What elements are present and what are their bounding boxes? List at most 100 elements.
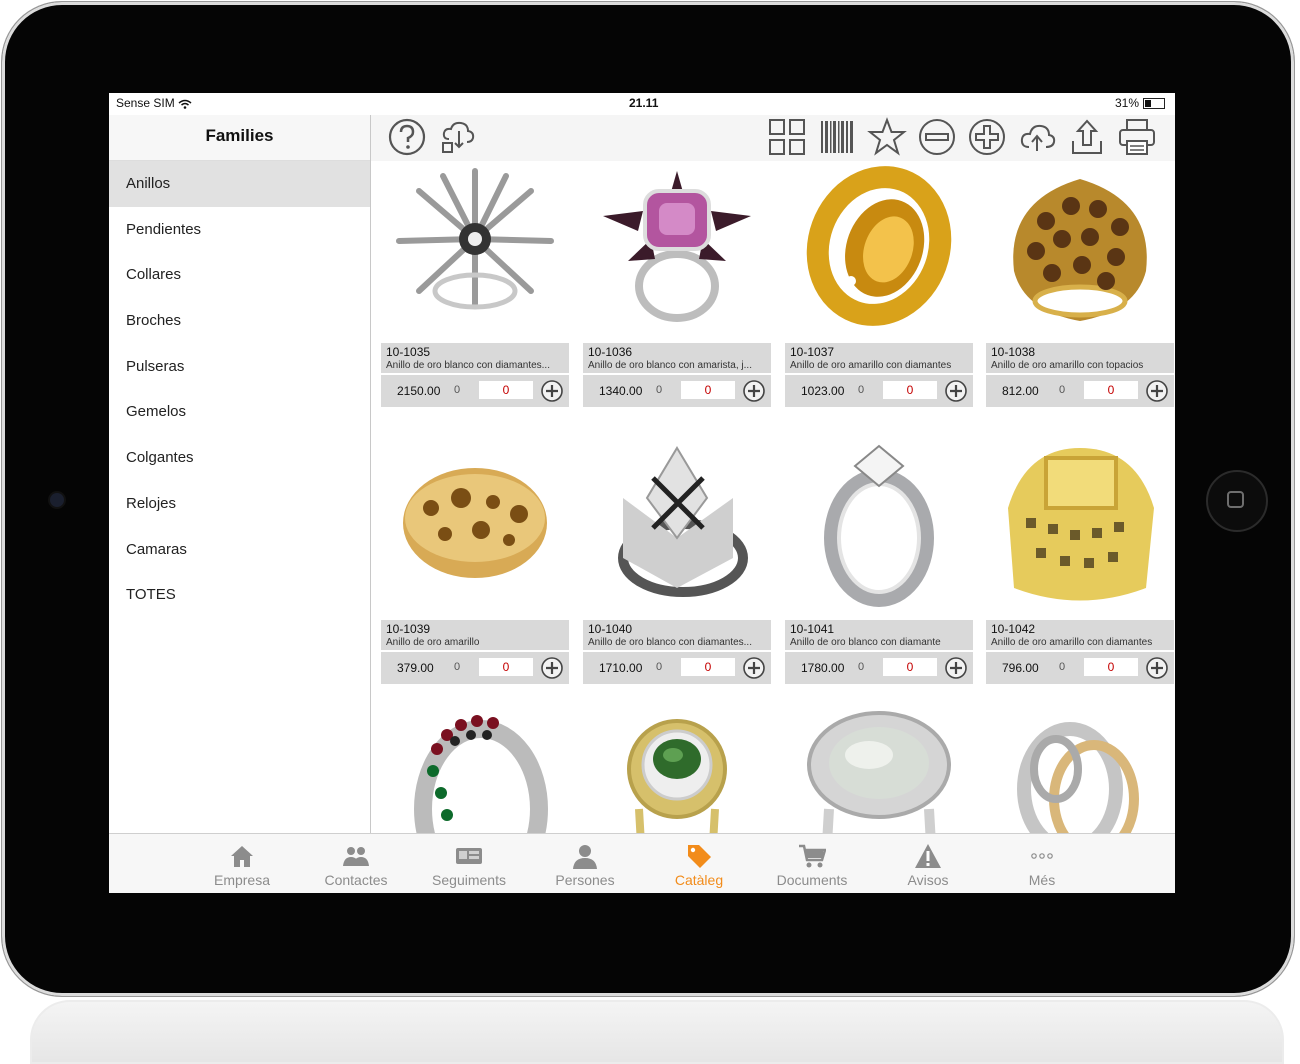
product-stock: 0 bbox=[858, 384, 865, 396]
print-icon[interactable] bbox=[1117, 117, 1157, 157]
product-price: 1340.00 bbox=[599, 384, 643, 398]
product-label: 10-1039 Anillo de oro amarillo bbox=[381, 620, 569, 650]
tab-contactes[interactable]: Contactes bbox=[306, 834, 406, 893]
product-description: Anillo de oro amarillo bbox=[386, 637, 480, 648]
more-icon bbox=[1031, 853, 1053, 859]
tab-mes[interactable]: Més bbox=[992, 834, 1092, 893]
product-price-row: 812.00 0 bbox=[986, 375, 1174, 407]
tab-avisos[interactable]: Avisos bbox=[878, 834, 978, 893]
sidebar-item-broches[interactable]: Broches bbox=[109, 298, 370, 344]
tab-cataleg[interactable]: Catàleg bbox=[649, 834, 749, 893]
add-to-order-icon[interactable] bbox=[1146, 380, 1168, 402]
product-card[interactable]: 10-1035 Anillo de oro blanco con diamante… bbox=[381, 161, 569, 407]
person-icon bbox=[573, 845, 597, 869]
minus-icon[interactable] bbox=[917, 117, 957, 157]
sidebar-item-pulseras[interactable]: Pulseras bbox=[109, 344, 370, 390]
product-description: Anillo de oro blanco con diamantes... bbox=[386, 360, 550, 371]
sidebar-item-collares[interactable]: Collares bbox=[109, 252, 370, 298]
product-stock: 0 bbox=[656, 661, 663, 673]
product-stock: 0 bbox=[454, 384, 461, 396]
product-price-row: 1710.00 0 bbox=[583, 652, 771, 684]
tab-seguiments[interactable]: Seguiments bbox=[419, 834, 519, 893]
product-card[interactable] bbox=[381, 709, 569, 833]
product-price: 379.00 bbox=[397, 661, 434, 675]
add-to-order-icon[interactable] bbox=[743, 657, 765, 679]
quantity-input[interactable] bbox=[681, 658, 735, 676]
tab-label: Avisos bbox=[907, 872, 949, 888]
product-card[interactable] bbox=[583, 709, 771, 833]
sidebar-item-gemelos[interactable]: Gemelos bbox=[109, 389, 370, 435]
add-to-order-icon[interactable] bbox=[945, 657, 967, 679]
quantity-input[interactable] bbox=[479, 381, 533, 399]
product-price-row: 1780.00 0 bbox=[785, 652, 973, 684]
add-to-order-icon[interactable] bbox=[541, 380, 563, 402]
add-to-order-icon[interactable] bbox=[1146, 657, 1168, 679]
sidebar-item-camaras[interactable]: Camaras bbox=[109, 527, 370, 573]
quantity-input[interactable] bbox=[681, 381, 735, 399]
product-card[interactable]: 10-1037 Anillo de oro amarillo con diaman… bbox=[785, 161, 973, 407]
product-code: 10-1039 bbox=[386, 622, 431, 636]
quantity-input[interactable] bbox=[1084, 658, 1138, 676]
product-code: 10-1035 bbox=[386, 345, 431, 359]
status-bar: Sense SIM 21.11 31% bbox=[109, 93, 1175, 115]
quantity-input[interactable] bbox=[1084, 381, 1138, 399]
quantity-input[interactable] bbox=[479, 658, 533, 676]
add-to-order-icon[interactable] bbox=[541, 657, 563, 679]
add-to-order-icon[interactable] bbox=[743, 380, 765, 402]
product-image bbox=[603, 171, 751, 322]
clock: 21.11 bbox=[629, 96, 659, 110]
product-card[interactable]: 10-1041 Anillo de oro blanco con diamante… bbox=[785, 438, 973, 684]
product-card[interactable]: 10-1040 Anillo de oro blanco con diamante… bbox=[583, 438, 771, 684]
sidebar-item-pendientes[interactable]: Pendientes bbox=[109, 207, 370, 253]
product-code: 10-1042 bbox=[991, 622, 1036, 636]
cloud-sync-icon[interactable] bbox=[437, 117, 477, 157]
product-label: 10-1042 Anillo de oro amarillo con diaman… bbox=[986, 620, 1174, 650]
product-card[interactable]: 10-1038 Anillo de oro amarillo con topaci… bbox=[986, 161, 1174, 407]
product-label: 10-1037 Anillo de oro amarillo con diaman… bbox=[785, 343, 973, 373]
product-card[interactable] bbox=[986, 709, 1174, 833]
quantity-input[interactable] bbox=[883, 658, 937, 676]
product-image bbox=[1013, 179, 1147, 321]
add-to-order-icon[interactable] bbox=[945, 380, 967, 402]
sidebar-item-relojes[interactable]: Relojes bbox=[109, 481, 370, 527]
product-code: 10-1036 bbox=[588, 345, 633, 359]
sidebar-item-colgantes[interactable]: Colgantes bbox=[109, 435, 370, 481]
product-code: 10-1038 bbox=[991, 345, 1036, 359]
product-label: 10-1035 Anillo de oro blanco con diamante… bbox=[381, 343, 569, 373]
product-code: 10-1041 bbox=[790, 622, 835, 636]
tab-label: Contactes bbox=[324, 872, 388, 888]
home-square-icon bbox=[1227, 491, 1244, 508]
product-stock: 0 bbox=[454, 661, 461, 673]
product-price: 796.00 bbox=[1002, 661, 1039, 675]
battery-icon bbox=[1143, 97, 1165, 109]
product-card[interactable] bbox=[785, 709, 973, 833]
followup-icon bbox=[456, 848, 482, 864]
product-card[interactable]: 10-1036 Anillo de oro blanco con amarista… bbox=[583, 161, 771, 407]
product-price: 1780.00 bbox=[801, 661, 845, 675]
product-price-row: 1023.00 0 bbox=[785, 375, 973, 407]
tab-documents[interactable]: Documents bbox=[762, 834, 862, 893]
help-icon[interactable] bbox=[387, 117, 427, 157]
share-icon[interactable] bbox=[1067, 117, 1107, 157]
product-code: 10-1037 bbox=[790, 345, 835, 359]
product-card[interactable]: 10-1039 Anillo de oro amarillo 379.00 0 bbox=[381, 438, 569, 684]
tab-label: Catàleg bbox=[674, 872, 724, 888]
sidebar-item-anillos[interactable]: Anillos bbox=[109, 161, 370, 207]
front-camera bbox=[50, 493, 64, 507]
cloud-upload-icon[interactable] bbox=[1017, 117, 1057, 157]
sidebar-item-totes[interactable]: TOTES bbox=[109, 572, 370, 618]
product-price-row: 1340.00 0 bbox=[583, 375, 771, 407]
home-button[interactable] bbox=[1206, 470, 1268, 532]
tab-persones[interactable]: Persones bbox=[535, 834, 635, 893]
quantity-input[interactable] bbox=[883, 381, 937, 399]
product-label: 10-1036 Anillo de oro blanco con amarista… bbox=[583, 343, 771, 373]
tab-empresa[interactable]: Empresa bbox=[192, 834, 292, 893]
star-icon[interactable] bbox=[867, 117, 907, 157]
grid-view-icon[interactable] bbox=[767, 117, 807, 157]
battery-indicator: 31% bbox=[1115, 96, 1165, 110]
product-card[interactable]: 10-1042 Anillo de oro amarillo con diaman… bbox=[986, 438, 1174, 684]
barcode-icon[interactable] bbox=[817, 117, 857, 157]
product-label: 10-1041 Anillo de oro blanco con diamante bbox=[785, 620, 973, 650]
plus-icon[interactable] bbox=[967, 117, 1007, 157]
contacts-icon bbox=[343, 847, 369, 866]
